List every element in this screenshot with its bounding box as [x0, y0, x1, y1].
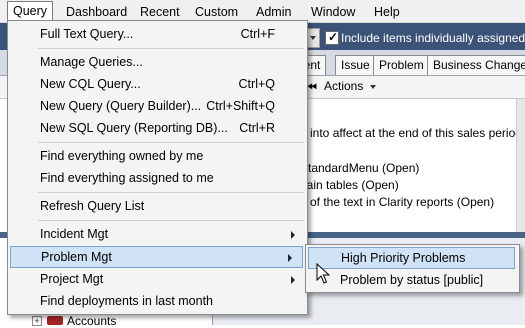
menu-item-manage-queries[interactable]: Manage Queries... — [8, 51, 307, 73]
content-line[interactable]: e of the text in Clarity reports (Open) — [300, 195, 494, 209]
content-line[interactable]: StandardMenu (Open) — [300, 161, 419, 175]
tree-item-accounts[interactable]: Accounts — [67, 314, 116, 328]
menu-separator — [38, 220, 304, 221]
menu-item-label: New CQL Query... — [40, 77, 141, 91]
menu-item-shortcut: Ctrl+Shift+Q — [206, 99, 275, 113]
menu-separator — [38, 48, 304, 49]
include-assigned-checkbox[interactable]: ✓ — [325, 30, 339, 45]
menu-recent[interactable]: Recent — [140, 4, 180, 20]
menu-item-label: Find everything owned by me — [40, 149, 204, 163]
menu-item-refresh-query-list[interactable]: Refresh Query List — [8, 195, 307, 217]
chevron-down-icon — [310, 36, 316, 40]
menu-window[interactable]: Window — [311, 4, 355, 20]
menu-item-label: Refresh Query List — [40, 199, 145, 213]
menu-item-label: Manage Queries... — [40, 55, 143, 69]
submenu-item-label: High Priority Problems — [341, 251, 466, 265]
chevron-right-icon — [291, 276, 295, 284]
query-menu: Full Text Query... Ctrl+F Manage Queries… — [7, 20, 308, 315]
menu-item-problem-mgt[interactable]: Problem Mgt — [10, 246, 303, 268]
menu-item-new-query-builder[interactable]: New Query (Query Builder)... Ctrl+Shift+… — [8, 95, 307, 117]
menu-item-shortcut: Ctrl+R — [239, 121, 275, 135]
menu-dashboard[interactable]: Dashboard — [66, 4, 127, 20]
query-dropdown-button[interactable] — [306, 28, 320, 48]
menu-item-label: Find deployments in last month — [40, 294, 214, 308]
actions-menu-button[interactable]: Actions — [324, 79, 363, 93]
menu-item-label: New SQL Query (Reporting DB)... — [40, 121, 228, 135]
menu-help[interactable]: Help — [374, 4, 400, 20]
menu-item-shortcut: Ctrl+Q — [238, 77, 275, 91]
submenu-item-high-priority-problems[interactable]: High Priority Problems — [308, 247, 515, 269]
menu-custom[interactable]: Custom — [195, 4, 238, 20]
menu-item-full-text-query[interactable]: Full Text Query... Ctrl+F — [8, 23, 307, 45]
menu-admin[interactable]: Admin — [256, 4, 291, 20]
tab-problem[interactable]: Problem — [373, 55, 430, 75]
submenu-item-label: Problem by status [public] — [340, 273, 484, 287]
problem-mgt-submenu: High Priority Problems Problem by status… — [305, 244, 520, 293]
include-assigned-label: Include items individually assigned — [341, 31, 525, 45]
content-line: e into affect at the end of this sales p… — [300, 126, 522, 140]
mouse-cursor-icon — [316, 263, 330, 284]
menu-item-shortcut: Ctrl+F — [240, 27, 275, 41]
folder-icon — [47, 316, 63, 325]
menu-item-find-assigned[interactable]: Find everything assigned to me — [8, 167, 307, 189]
menu-query[interactable]: Query — [7, 1, 54, 21]
chevron-right-icon — [291, 231, 295, 239]
menu-item-label: Problem Mgt — [41, 250, 112, 264]
menu-item-new-sql-query[interactable]: New SQL Query (Reporting DB)... Ctrl+R — [8, 117, 307, 139]
menu-item-label: Find everything assigned to me — [40, 171, 214, 185]
chevron-down-icon — [370, 85, 376, 89]
menu-item-incident-mgt[interactable]: Incident Mgt — [8, 223, 307, 245]
tab-business-change[interactable]: Business Change — [427, 55, 525, 75]
content-line[interactable]: nain tables (Open) — [300, 178, 399, 192]
menu-item-new-cql-query[interactable]: New CQL Query... Ctrl+Q — [8, 73, 307, 95]
menu-item-label: Incident Mgt — [40, 227, 109, 241]
menu-item-label: Full Text Query... — [40, 27, 134, 41]
menu-item-find-deployments[interactable]: Find deployments in last month — [8, 290, 307, 312]
submenu-item-problem-by-status[interactable]: Problem by status [public] — [306, 269, 519, 291]
menu-item-find-owned[interactable]: Find everything owned by me — [8, 145, 307, 167]
tab-issue[interactable]: Issue — [335, 55, 376, 75]
menu-separator — [38, 142, 304, 143]
menu-item-label: New Query (Query Builder)... — [40, 99, 202, 113]
checkmark-icon: ✓ — [328, 30, 339, 44]
menu-item-label: Project Mgt — [40, 272, 104, 286]
menu-item-project-mgt[interactable]: Project Mgt — [8, 268, 307, 290]
chevron-right-icon — [288, 254, 292, 262]
menu-separator — [38, 192, 304, 193]
